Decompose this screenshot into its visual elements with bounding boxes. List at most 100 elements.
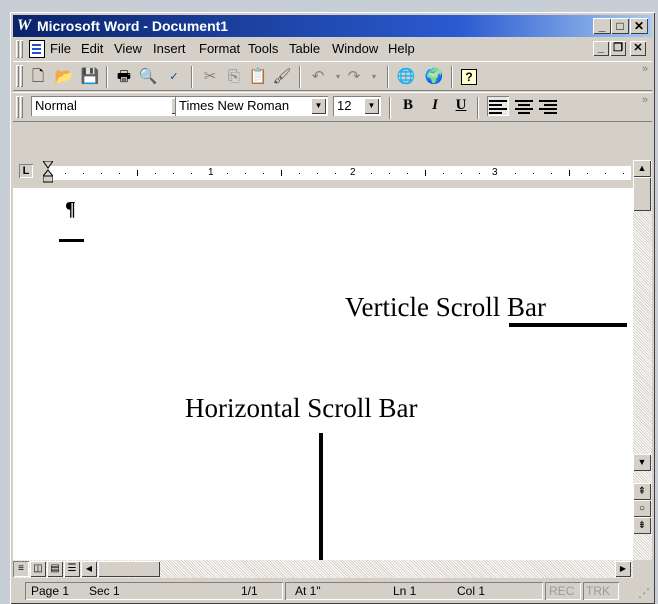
redo-dropdown-icon[interactable]: ▾ — [363, 66, 385, 88]
web-layout-view-icon[interactable]: ◫ — [30, 561, 46, 577]
toolbar-grip-2[interactable] — [20, 65, 23, 87]
toolbar-grip[interactable] — [16, 96, 19, 118]
tab-selector-icon[interactable]: L — [19, 164, 33, 178]
scroll-thumb[interactable] — [633, 177, 651, 211]
ruler-dot — [389, 173, 390, 174]
insert-hyperlink-icon[interactable]: 🌍 — [423, 66, 445, 88]
undo-icon[interactable]: ↶ — [307, 66, 329, 88]
menubar-grip[interactable] — [16, 40, 19, 58]
close-button[interactable]: ✕ — [630, 18, 648, 34]
status-trk: TRK — [586, 584, 610, 598]
menu-format[interactable]: Format — [199, 41, 240, 56]
scroll-up-icon[interactable]: ▲ — [633, 160, 651, 177]
menu-help[interactable]: Help — [388, 41, 415, 56]
scroll-left-icon[interactable]: ◀ — [81, 561, 97, 577]
print-layout-view-icon[interactable]: ▤ — [47, 561, 63, 577]
horizontal-ruler[interactable]: L 1 2 3 — [13, 160, 633, 186]
select-browse-object-icon[interactable]: ○ — [633, 500, 651, 517]
paste-icon[interactable]: 📋 — [247, 66, 269, 88]
scroll-down-icon[interactable]: ▼ — [633, 454, 651, 471]
align-center-icon[interactable] — [515, 98, 533, 114]
maximize-button[interactable]: □ — [611, 18, 629, 34]
font-size-value: 12 — [337, 98, 352, 113]
window-title: Microsoft Word - Document1 — [37, 18, 229, 34]
print-icon[interactable]: 🖶 — [113, 66, 135, 88]
web-toolbar-icon[interactable]: 🌐 — [395, 66, 417, 88]
bold-button[interactable]: B — [397, 97, 419, 117]
menu-tools[interactable]: Tools — [248, 41, 278, 56]
standard-toolbar: 🗋 📂 💾 🖶 🔍 ✓ ✂ ⎘ 📋 🖌 ↶ ▾ ↷ ▾ 🌐 🌍 ? » — [13, 61, 652, 91]
print-preview-icon[interactable]: 🔍 — [137, 66, 159, 88]
title-bar[interactable]: W Microsoft Word - Document1 _ □ ✕ — [13, 15, 652, 37]
new-document-icon[interactable]: 🗋 — [27, 66, 49, 88]
outline-view-icon[interactable]: ☰ — [64, 561, 80, 577]
horizontal-scrollbar[interactable]: ≡ ◫ ▤ ☰ ◀ ▶ — [13, 560, 633, 578]
cut-icon[interactable]: ✂ — [199, 66, 221, 88]
status-rec: REC — [549, 584, 575, 598]
open-folder-icon[interactable]: 📂 — [53, 66, 75, 88]
toolbar-separator — [451, 66, 453, 88]
copy-icon[interactable]: ⎘ — [223, 66, 245, 88]
scroll-right-icon[interactable]: ▶ — [615, 561, 631, 577]
toolbar-separator — [387, 66, 389, 88]
ruler-dot — [245, 173, 246, 174]
normal-view-icon[interactable]: ≡ — [13, 561, 29, 577]
ruler-dot — [605, 173, 606, 174]
chevron-down-icon[interactable]: ▼ — [364, 98, 379, 114]
menu-bar: File Edit View Insert Format Tools Table… — [13, 38, 652, 60]
save-icon[interactable]: 💾 — [79, 66, 101, 88]
next-page-icon[interactable]: ⇟ — [633, 517, 651, 534]
ruler-dot — [371, 173, 372, 174]
style-combobox[interactable]: Normal ▼ — [31, 96, 188, 116]
resize-grip-icon[interactable]: ⋰ — [638, 586, 650, 600]
chevron-down-icon[interactable]: ▼ — [311, 98, 326, 114]
toolbar-grip[interactable] — [16, 65, 19, 87]
toolbar-separator — [106, 66, 108, 88]
doc-restore-button[interactable]: ❐ — [610, 41, 626, 56]
redo-icon[interactable]: ↷ — [343, 66, 365, 88]
ruler-dot — [191, 173, 192, 174]
spelling-icon[interactable]: ✓ — [163, 66, 185, 88]
font-combobox[interactable]: Times New Roman ▼ — [175, 96, 328, 116]
menubar-grip-2[interactable] — [20, 40, 23, 58]
more-buttons-icon[interactable]: » — [642, 94, 648, 106]
horizontal-scrollbar-pointer — [319, 433, 323, 561]
minimize-button[interactable]: _ — [593, 18, 611, 34]
doc-close-button[interactable]: ✕ — [630, 41, 646, 56]
underline-mark — [59, 239, 84, 242]
help-icon[interactable]: ? — [461, 69, 477, 85]
format-painter-icon[interactable]: 🖌 — [271, 66, 293, 88]
paragraph-mark: ¶ — [65, 198, 76, 220]
toolbar-separator — [191, 66, 193, 88]
vertical-scrollbar[interactable]: ▲ ▼ ⇞ ○ ⇟ — [633, 160, 652, 560]
status-ln: Ln 1 — [393, 584, 417, 598]
menu-file[interactable]: File — [50, 41, 71, 56]
align-right-icon[interactable] — [539, 98, 557, 114]
underline-button[interactable]: U — [450, 97, 472, 117]
menu-edit[interactable]: Edit — [81, 41, 103, 56]
ruler-dot — [65, 173, 66, 174]
ruler-tick — [569, 170, 570, 176]
menu-view[interactable]: View — [114, 41, 142, 56]
italic-button[interactable]: I — [424, 97, 446, 117]
document-icon[interactable] — [29, 40, 45, 58]
align-left-icon[interactable] — [487, 96, 509, 116]
ruler-dot — [83, 173, 84, 174]
ruler-tick — [137, 170, 138, 176]
toolbar-separator — [477, 97, 479, 119]
menu-insert[interactable]: Insert — [153, 41, 186, 56]
document-area[interactable]: ¶ Verticle Scroll Bar Horizontal Scroll … — [13, 188, 633, 561]
previous-page-icon[interactable]: ⇞ — [633, 483, 651, 500]
doc-minimize-button[interactable]: _ — [593, 41, 609, 56]
ruler-tick — [281, 170, 282, 176]
menu-table[interactable]: Table — [289, 41, 320, 56]
more-buttons-icon[interactable]: » — [642, 63, 648, 75]
ruler-dot — [407, 173, 408, 174]
font-size-combobox[interactable]: 12 ▼ — [333, 96, 381, 116]
horizontal-scroll-thumb[interactable] — [98, 561, 160, 577]
toolbar-grip-2[interactable] — [20, 96, 23, 118]
vertical-scrollbar-pointer — [509, 323, 627, 327]
indent-marker-icon[interactable] — [43, 161, 53, 183]
menu-window[interactable]: Window — [332, 41, 378, 56]
ruler-dot — [317, 173, 318, 174]
